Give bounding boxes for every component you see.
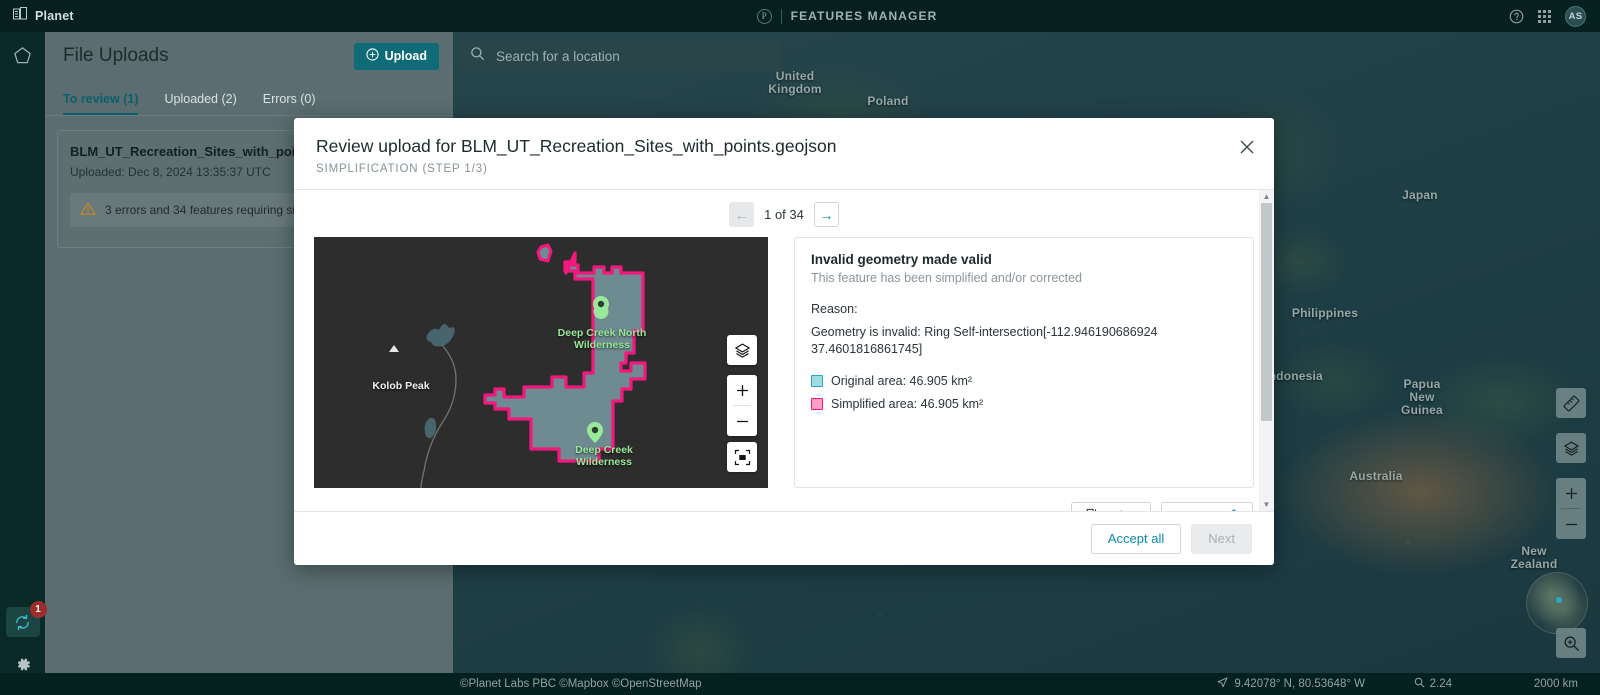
arrow-left-icon[interactable]: ← (729, 202, 755, 227)
thumbs-up-icon (1227, 508, 1241, 511)
arrow-right-icon[interactable]: → (813, 202, 839, 227)
original-area-swatch (811, 375, 823, 387)
preview-label: Deep Creek Wilderness (575, 444, 633, 468)
reject-button[interactable]: Reject (1071, 502, 1152, 511)
next-button[interactable]: Next (1191, 523, 1252, 554)
thumbs-down-icon (1083, 508, 1097, 511)
pager-label: 1 of 34 (764, 207, 804, 222)
modal-scrollbar[interactable]: ▲ ▼ (1259, 190, 1274, 511)
simplified-area-swatch (811, 398, 823, 410)
review-content-row: Kolob Peak Deep Creek North Wilderness Dee… (314, 237, 1254, 488)
modal-header: Review upload for BLM_UT_Recreation_Site… (294, 118, 1274, 190)
zoom-out-icon[interactable] (727, 406, 757, 436)
geometry-info-card: Invalid geometry made valid This feature… (794, 237, 1254, 488)
review-upload-modal: Review upload for BLM_UT_Recreation_Site… (294, 118, 1274, 565)
original-area-legend: Original area: 46.905 km² (811, 374, 1237, 388)
fit-bounds-button[interactable] (727, 442, 757, 472)
reject-label: Reject (1104, 509, 1139, 511)
layers-icon[interactable] (727, 335, 757, 365)
close-icon[interactable] (1236, 136, 1258, 158)
scroll-down-icon[interactable]: ▼ (1263, 498, 1271, 511)
modal-step-subtitle: SIMPLIFICATION (STEP 1/3) (316, 163, 488, 175)
feature-actions: Reject Approve (314, 502, 1254, 511)
preview-zoom-controls (727, 375, 757, 436)
modal-title: Review upload for BLM_UT_Recreation_Site… (316, 136, 837, 156)
info-heading: Invalid geometry made valid (811, 252, 992, 267)
simplified-area-label: Simplified area: 46.905 km² (831, 397, 984, 411)
app-root: United KingdomPolandUkraineJapanPhilippi… (0, 0, 1600, 695)
modal-content: ← 1 of 34 → Kolob Peak Deep Creek North … (294, 190, 1274, 511)
simplified-area-legend: Simplified area: 46.905 km² (811, 397, 1237, 411)
modal-footer: Accept all Next (294, 511, 1274, 565)
accept-all-button[interactable]: Accept all (1090, 523, 1182, 554)
reason-text: Geometry is invalid: Ring Self-intersect… (811, 325, 1158, 356)
feature-pager: ← 1 of 34 → (314, 190, 1254, 237)
approve-label: Approve (1173, 509, 1220, 511)
fit-bounds-icon[interactable] (727, 442, 757, 472)
scroll-up-icon[interactable]: ▲ (1263, 190, 1271, 203)
approve-button[interactable]: Approve (1161, 502, 1253, 511)
preview-label: Kolob Peak (372, 380, 430, 392)
zoom-in-icon[interactable] (727, 375, 757, 405)
reason-label: Reason: (811, 302, 858, 316)
preview-layers-button[interactable] (727, 335, 757, 365)
scrollbar-thumb[interactable] (1261, 203, 1272, 421)
modal-body: ← 1 of 34 → Kolob Peak Deep Creek North … (294, 190, 1274, 511)
original-area-label: Original area: 46.905 km² (831, 374, 973, 388)
info-subheading: This feature has been simplified and/or … (811, 271, 1082, 285)
feature-preview-map[interactable]: Kolob Peak Deep Creek North Wilderness Dee… (314, 237, 768, 488)
modal-overlay: Review upload for BLM_UT_Recreation_Site… (0, 0, 1600, 695)
scrollbar-track[interactable] (1259, 203, 1274, 498)
preview-label: Deep Creek North Wilderness (557, 327, 647, 351)
